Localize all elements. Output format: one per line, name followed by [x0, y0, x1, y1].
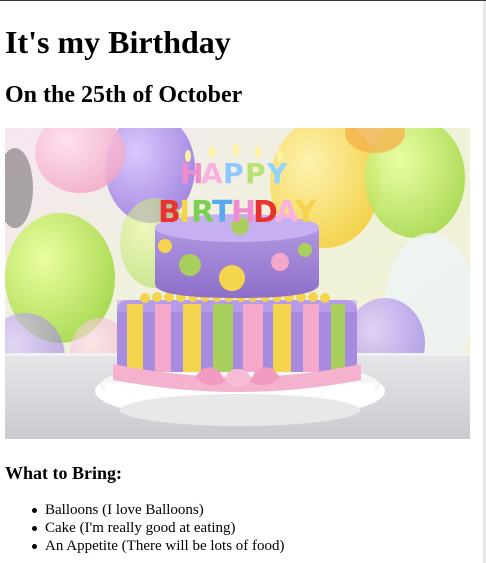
svg-text:P: P: [223, 157, 244, 190]
page-subtitle: On the 25th of October: [5, 82, 243, 108]
list-item: Cake (I'm really good at eating): [5, 519, 285, 537]
svg-text:T: T: [212, 195, 233, 230]
svg-text:R: R: [191, 195, 214, 230]
svg-text:B: B: [158, 195, 181, 230]
birthday-cake-image: H A P P Y B I R T H D A Y: [5, 128, 470, 439]
svg-text:H: H: [180, 157, 203, 190]
list-item: Balloons (I love Balloons): [5, 501, 285, 519]
svg-text:P: P: [245, 157, 266, 190]
list-item: An Appetite (There will be lots of food): [5, 537, 285, 555]
svg-text:Y: Y: [266, 157, 288, 190]
svg-text:I: I: [179, 195, 190, 230]
bring-heading: What to Bring:: [5, 463, 122, 483]
svg-text:Y: Y: [294, 195, 318, 230]
page-title: It's my Birthday: [5, 24, 231, 60]
bring-list: Balloons (I love Balloons) Cake (I'm rea…: [5, 501, 285, 555]
svg-text:A: A: [201, 157, 223, 190]
